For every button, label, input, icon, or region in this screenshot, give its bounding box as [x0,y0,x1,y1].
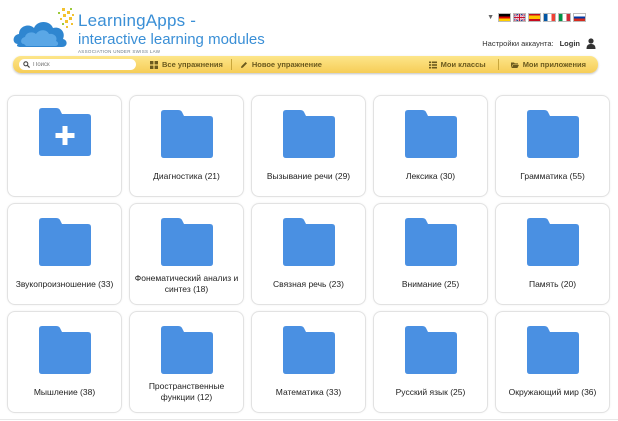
nav-my-classes-label: Мои классы [440,60,486,69]
folder-grid: Диагностика (21) Вызывание речи (29) Лек… [7,95,610,413]
folder-label: Мышление (38) [33,386,96,397]
search-icon [23,61,30,68]
nav-divider [497,59,499,70]
nav-my-classes[interactable]: Мои классы [428,56,486,73]
login-link[interactable]: Login [560,39,580,48]
folder-label: Пространственные функции (12) [148,381,225,402]
main-navbar: Все упражнения Новое упражнение Мои клас… [13,56,598,73]
folder-tile[interactable]: Фонематический анализ и синтез (18) [129,203,244,305]
folder-tile[interactable]: Диагностика (21) [129,95,244,197]
flag-es-icon[interactable] [528,13,541,22]
header: LearningApps - interactive learning modu… [0,0,618,58]
folder-icon [39,326,91,374]
account-area: Настройки аккаунта: Login [482,38,596,49]
folder-tile[interactable]: Пространственные функции (12) [129,311,244,413]
search-input[interactable] [33,61,128,68]
flag-ru-icon[interactable] [573,13,586,22]
nav-divider [230,59,232,70]
account-settings-label[interactable]: Настройки аккаунта: [482,39,553,48]
folder-tile[interactable]: Память (20) [495,203,610,305]
folder-tile[interactable]: Грамматика (55) [495,95,610,197]
nav-all-exercises[interactable]: Все упражнения [150,56,223,73]
folder-tile[interactable]: Внимание (25) [373,203,488,305]
folder-tile[interactable]: Математика (33) [251,311,366,413]
brand[interactable]: LearningApps - interactive learning modu… [78,11,265,55]
folder-label: Фонематический анализ и синтез (18) [134,273,239,294]
nav-new-exercise-label: Новое упражнение [251,60,322,69]
folder-icon [283,326,335,374]
flag-it-icon[interactable] [558,13,571,22]
folder-icon [527,326,579,374]
nav-new-exercise[interactable]: Новое упражнение [240,56,322,73]
folder-icon [405,218,457,266]
folder-tile[interactable]: Лексика (30) [373,95,488,197]
learningapps-logo[interactable] [10,6,80,52]
list-icon [428,61,437,68]
folder-tile[interactable]: Звукопроизношение (33) [7,203,122,305]
folder-label: Память (20) [528,278,577,289]
folder-label: Окружающий мир (36) [508,386,597,397]
folder-tile[interactable]: Окружающий мир (36) [495,311,610,413]
folder-label: Звукопроизношение (33) [15,278,114,289]
flag-fr-icon[interactable] [543,13,556,22]
folder-icon [527,218,579,266]
folder-icon [161,326,213,374]
user-icon[interactable] [586,38,596,49]
folder-label: Связная речь (23) [273,278,344,289]
folder-label: Внимание (25) [401,278,460,289]
folder-icon [161,110,213,158]
new-folder-tile[interactable] [7,95,122,197]
folder-label: Русский язык (25) [395,386,466,397]
folder-open-icon [510,62,519,68]
nav-my-apps-label: Мои приложения [522,60,586,69]
folder-icon [405,110,457,158]
flag-gb-icon[interactable] [513,13,526,22]
folder-icon [39,218,91,266]
folder-label: Грамматика (55) [520,170,585,181]
language-selector[interactable]: ▼ [487,13,586,22]
brand-title: LearningApps - [78,11,197,30]
folder-icon [161,218,213,266]
folder-tile[interactable]: Связная речь (23) [251,203,366,305]
folder-label: Математика (33) [275,386,342,397]
nav-my-apps[interactable]: Мои приложения [510,56,586,73]
folder-tile[interactable]: Вызывание речи (29) [251,95,366,197]
folder-label: Диагностика (21) [153,170,220,181]
folder-icon [283,110,335,158]
folder-icon [283,218,335,266]
folder-add-icon[interactable] [36,107,94,157]
pencil-icon [240,61,247,68]
grid-icon [150,60,158,69]
folder-label: Лексика (30) [405,170,456,181]
brand-subtitle: interactive learning modules [78,31,265,48]
nav-all-exercises-label: Все упражнения [162,60,223,69]
page-bottom-divider [0,419,618,420]
folder-tile[interactable]: Русский язык (25) [373,311,488,413]
folder-icon [405,326,457,374]
folder-icon [527,110,579,158]
language-dropdown-caret-icon[interactable]: ▼ [487,14,494,21]
brand-tagline: ASSOCIATION UNDER SWISS LAW [78,49,161,54]
folder-tile[interactable]: Мышление (38) [7,311,122,413]
flag-de-icon[interactable] [498,13,511,22]
folder-label: Вызывание речи (29) [266,170,351,181]
search-box[interactable] [19,59,136,70]
